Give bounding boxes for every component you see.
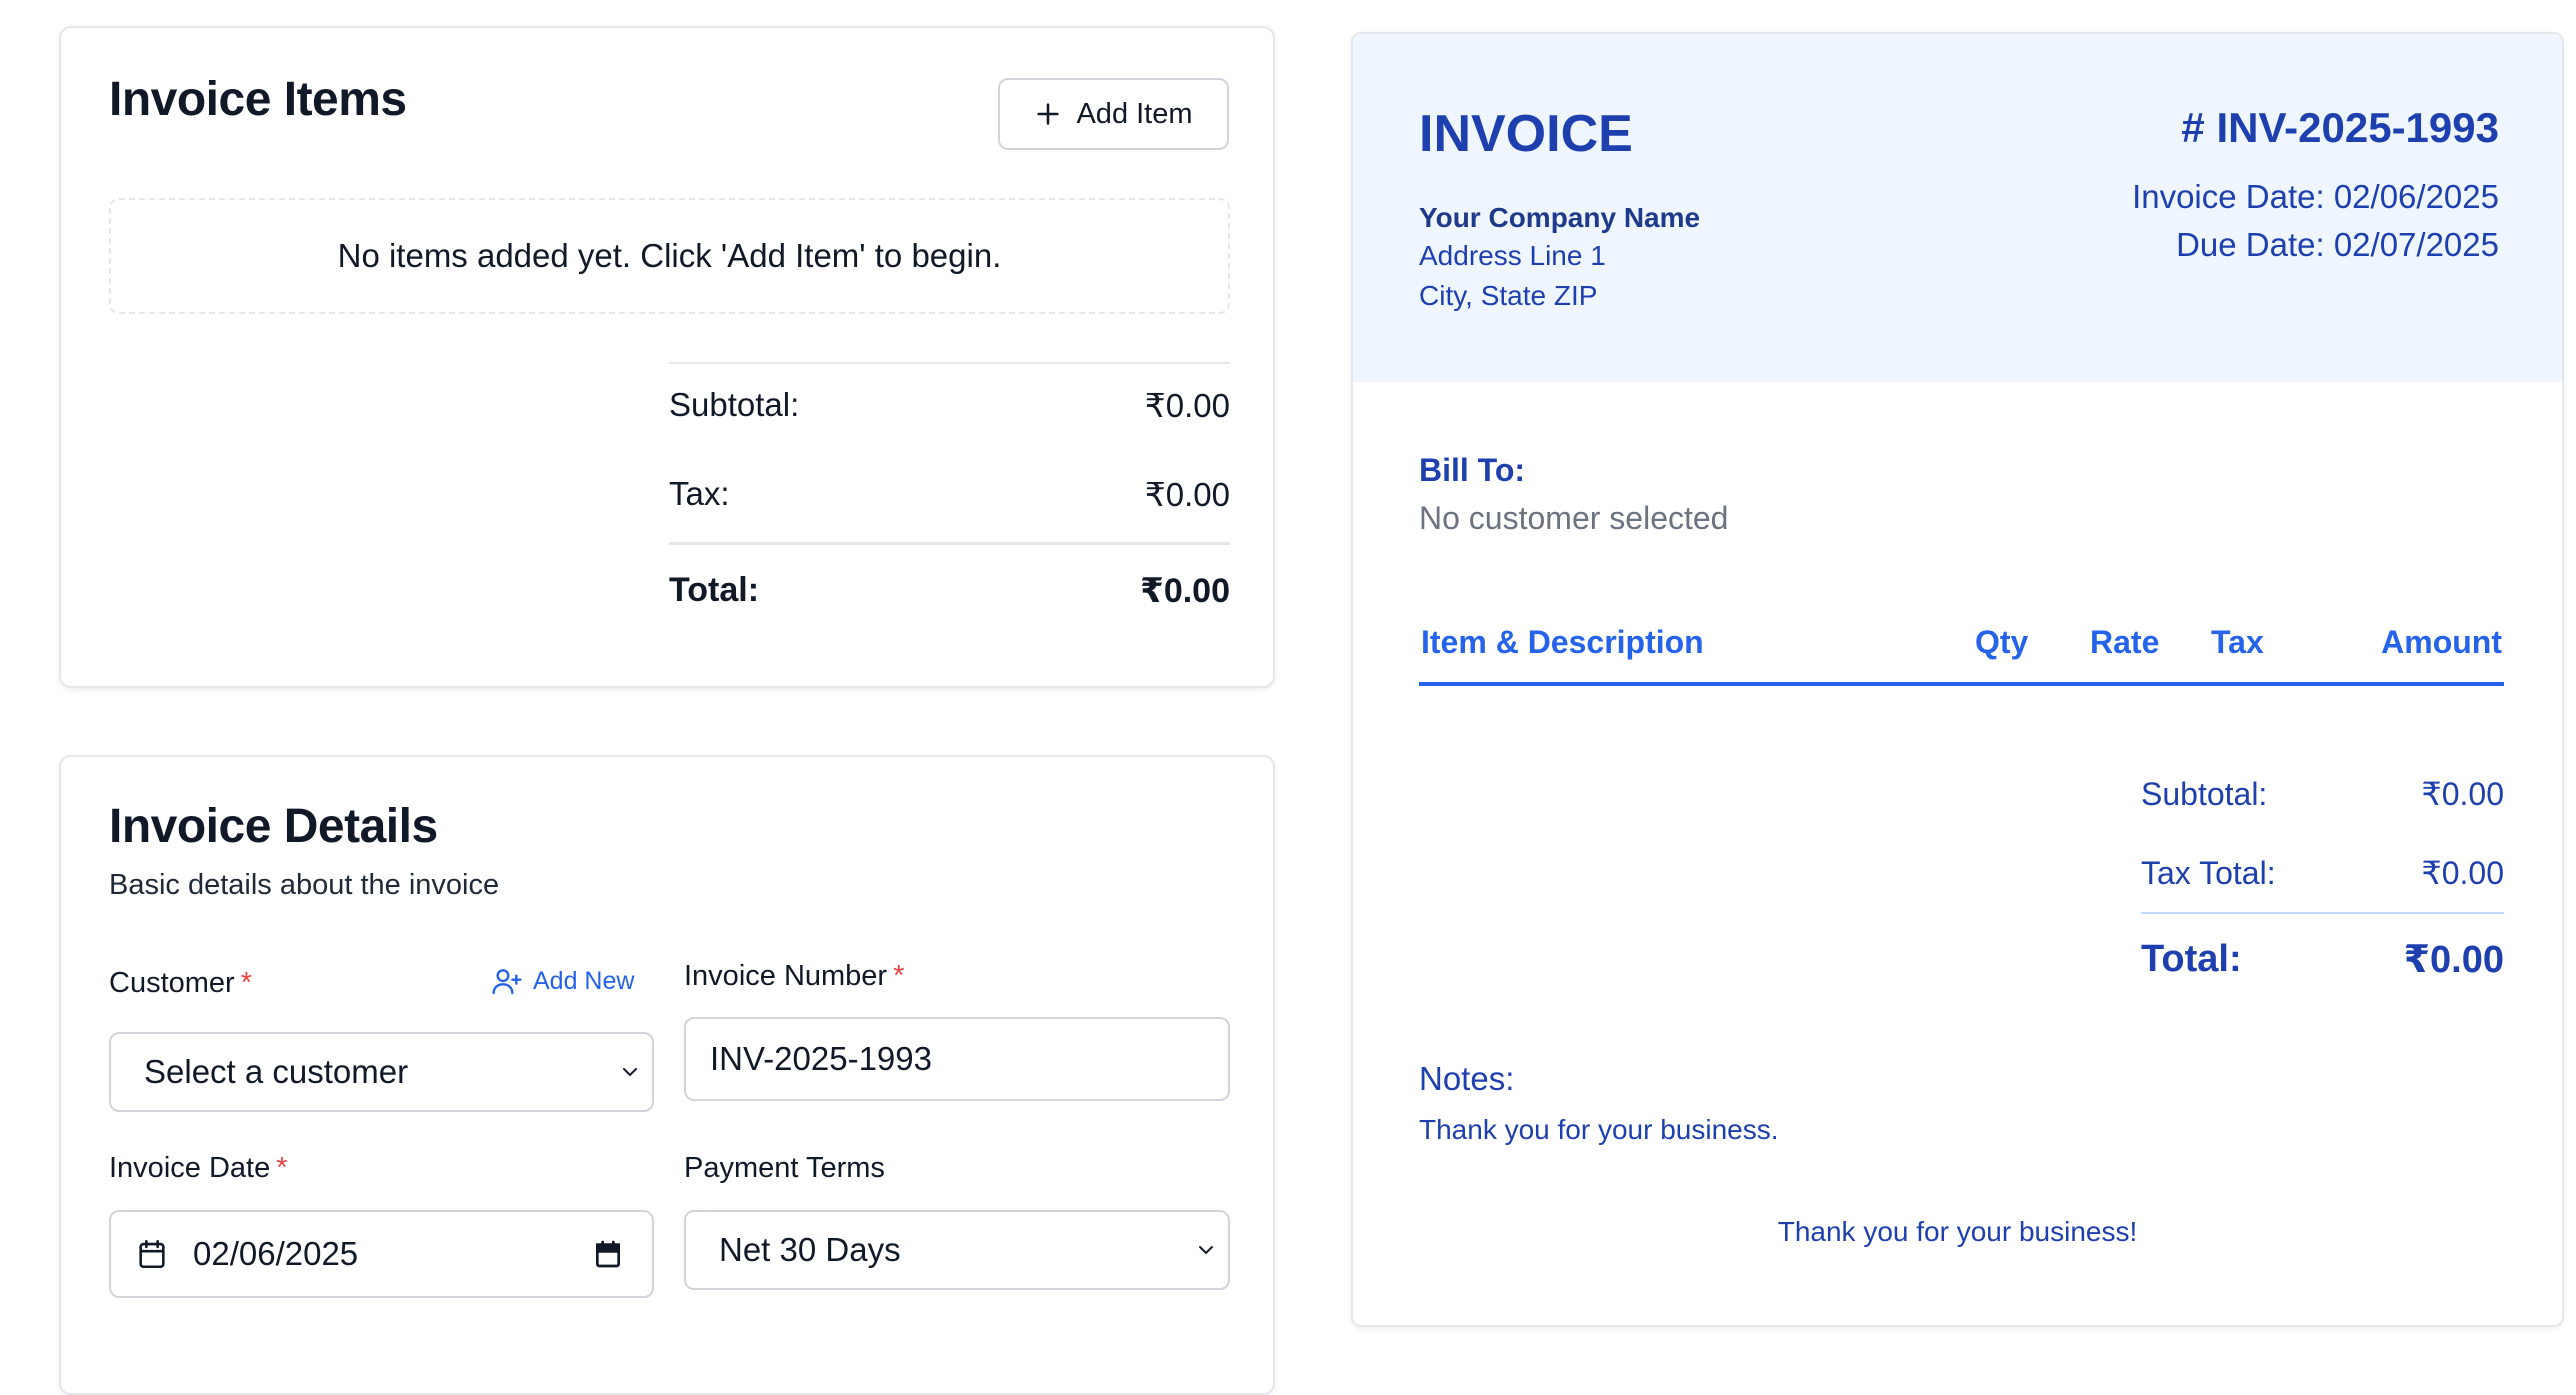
invoice-date-label: Invoice Date *: [109, 1152, 288, 1185]
preview-title: INVOICE: [1419, 105, 1633, 163]
calendar-icon: [139, 1239, 165, 1269]
notes-label: Notes:: [1419, 1060, 1515, 1097]
preview-invoice-number: # INV-2025-1993: [2181, 104, 2499, 151]
bill-to-value: No customer selected: [1419, 500, 1729, 536]
invoice-details-card: Invoice Details Basic details about the …: [59, 755, 1275, 1395]
preview-total-label: Total:: [2141, 937, 2242, 980]
invoice-items-card: Invoice Items Add Item No items added ye…: [59, 26, 1275, 688]
preview-invoice-date: Invoice Date: 02/06/2025: [2132, 178, 2499, 215]
subtotal-row: Subtotal: ₹0.00: [669, 364, 1230, 446]
preview-footer: Thank you for your business!: [1777, 1216, 2138, 1247]
preview-table-header: Item & Description Qty Rate Tax Amount: [1419, 624, 2504, 686]
add-new-customer-link[interactable]: Add New: [491, 965, 634, 997]
chevron-down-icon: [623, 1068, 637, 1077]
preview-subtotal-row: Subtotal: ₹0.00: [2141, 754, 2504, 834]
invoice-date-input[interactable]: 02/06/2025: [109, 1210, 654, 1298]
notes-text: Thank you for your business.: [1419, 1114, 1779, 1145]
payment-terms-label: Payment Terms: [684, 1152, 885, 1184]
customer-select[interactable]: Select a customer: [109, 1032, 654, 1112]
invoice-items-title: Invoice Items: [109, 73, 407, 126]
preview-tax-total-row: Tax Total: ₹0.00: [2141, 834, 2504, 914]
column-qty: Qty: [1975, 624, 2029, 660]
preview-tax-total-label: Tax Total:: [2141, 854, 2276, 891]
preview-tax-total-value: ₹0.00: [2421, 855, 2504, 891]
customer-label: Customer *: [109, 967, 252, 1000]
preview-company-name: Your Company Name: [1419, 202, 1701, 233]
invoice-number-label: Invoice Number *: [684, 960, 904, 993]
preview-totals: Subtotal: ₹0.00 Tax Total: ₹0.00 Total: …: [2141, 754, 2504, 1004]
invoice-number-value: INV-2025-1993: [710, 1040, 932, 1077]
total-label: Total:: [669, 571, 760, 609]
invoice-details-title: Invoice Details: [109, 800, 438, 853]
preview-total-value: ₹0.00: [2403, 938, 2504, 981]
subtotal-label: Subtotal:: [669, 386, 800, 423]
preview-header: INVOICE # INV-2025-1993 Your Company Nam…: [1353, 34, 2562, 382]
required-mark: *: [893, 960, 905, 992]
column-amount: Amount: [2381, 624, 2502, 660]
preview-due-date: Due Date: 02/07/2025: [2176, 226, 2499, 263]
total-value: ₹0.00: [1140, 571, 1230, 610]
add-item-label: Add Item: [1076, 97, 1193, 130]
invoice-number-label-text: Invoice Number: [684, 960, 888, 992]
preview-address-line2: City, State ZIP: [1419, 280, 1598, 311]
chevron-down-icon: [1199, 1246, 1213, 1255]
subtotal-value: ₹0.00: [1144, 386, 1230, 424]
calendar-picker-icon[interactable]: [592, 1238, 624, 1270]
column-tax: Tax: [2211, 624, 2264, 660]
tax-row: Tax: ₹0.00: [669, 446, 1230, 542]
customer-select-value: Select a customer: [144, 1053, 409, 1090]
plus-icon: [1037, 103, 1060, 125]
tax-label: Tax:: [669, 475, 730, 512]
tax-value: ₹0.00: [1144, 475, 1230, 513]
column-item: Item & Description: [1421, 624, 1704, 660]
preview-subtotal-label: Subtotal:: [2141, 775, 2268, 812]
invoice-details-subtitle: Basic details about the invoice: [109, 869, 500, 901]
add-new-label: Add New: [533, 966, 635, 995]
required-mark: *: [276, 1152, 288, 1184]
preview-subtotal-value: ₹0.00: [2421, 776, 2504, 812]
add-item-button[interactable]: Add Item: [998, 78, 1229, 150]
empty-items-message: No items added yet. Click 'Add Item' to …: [109, 198, 1230, 314]
invoice-date-label-text: Invoice Date: [109, 1152, 271, 1184]
payment-terms-value: Net 30 Days: [719, 1231, 901, 1268]
preview-total-row: Total: ₹0.00: [2141, 914, 2504, 1004]
payment-terms-select[interactable]: Net 30 Days: [684, 1210, 1230, 1290]
invoice-date-value: 02/06/2025: [193, 1235, 359, 1272]
invoice-preview-card: INVOICE # INV-2025-1993 Your Company Nam…: [1351, 32, 2564, 1327]
preview-address-line1: Address Line 1: [1419, 240, 1606, 271]
items-totals: Subtotal: ₹0.00 Tax: ₹0.00 Total: ₹0.00: [669, 362, 1230, 636]
customer-label-text: Customer: [109, 967, 235, 999]
column-rate: Rate: [2090, 624, 2160, 660]
bill-to-label: Bill To:: [1419, 452, 1526, 488]
invoice-number-input[interactable]: INV-2025-1993: [684, 1017, 1230, 1101]
total-row: Total: ₹0.00: [669, 542, 1230, 636]
user-plus-icon: [492, 969, 522, 995]
required-mark: *: [240, 967, 252, 999]
